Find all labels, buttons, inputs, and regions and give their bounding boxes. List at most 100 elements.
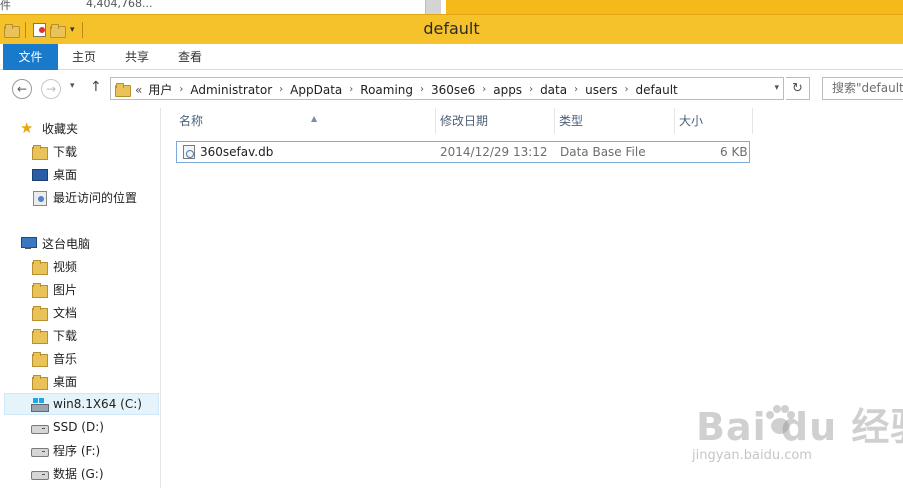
file-type: Data Base File	[560, 145, 646, 159]
breadcrumb-item[interactable]: data	[540, 83, 567, 97]
drive-icon	[31, 420, 49, 434]
sidebar-item-label: 桌面	[53, 374, 78, 389]
title-bar: ▾ default	[0, 14, 903, 44]
tab-home[interactable]: 主页	[58, 44, 110, 70]
downloads-folder-icon	[31, 144, 48, 160]
sidebar-item-drive-g[interactable]: 数据 (G:)	[31, 462, 104, 484]
tab-share[interactable]: 共享	[110, 44, 164, 70]
desktop-folder-icon	[31, 374, 48, 390]
sidebar-item-label: win8.1X64 (C:)	[53, 397, 142, 411]
recent-places-icon	[31, 190, 47, 206]
breadcrumb-separator-icon[interactable]: ›	[625, 84, 629, 95]
windows-drive-icon	[31, 397, 49, 412]
file-name: 360sefav.db	[200, 145, 274, 159]
breadcrumb-separator-icon[interactable]: ›	[179, 84, 183, 95]
breadcrumb-item[interactable]: Roaming	[360, 83, 413, 97]
breadcrumb-item[interactable]: Administrator	[190, 83, 272, 97]
sidebar-item-recent-places[interactable]: 最近访问的位置	[31, 186, 137, 208]
music-folder-icon	[31, 351, 48, 367]
sidebar-item-this-pc[interactable]: 这台电脑	[20, 232, 90, 254]
file-date: 2014/12/29 13:12	[440, 145, 548, 159]
sidebar-item-pc-downloads[interactable]: 下载	[31, 324, 77, 346]
tab-file[interactable]: 文件	[3, 44, 58, 70]
search-input[interactable]: 搜索"default"	[822, 77, 903, 100]
star-icon: ★	[20, 119, 34, 137]
sort-ascending-icon: ▲	[311, 114, 318, 123]
column-header-label: 类型	[559, 114, 584, 128]
sidebar-item-drive-d[interactable]: SSD (D:)	[31, 416, 104, 438]
sidebar-item-pictures[interactable]: 图片	[31, 278, 77, 300]
sidebar-item-desktop[interactable]: 桌面	[31, 163, 77, 185]
downloads-folder-icon	[31, 328, 48, 344]
drive-icon	[31, 466, 49, 480]
sidebar-item-downloads[interactable]: 下载	[31, 140, 77, 162]
sidebar-item-label: SSD (D:)	[53, 420, 104, 434]
pictures-folder-icon	[31, 282, 48, 298]
ribbon-tabs: 文件 主页 共享 查看	[0, 44, 903, 70]
address-history-dropdown-icon[interactable]: ▾	[774, 83, 779, 93]
up-button[interactable]: ↑	[90, 79, 102, 95]
column-header-label: 修改日期	[440, 114, 489, 128]
sidebar-item-label: 收藏夹	[42, 121, 79, 136]
breadcrumb-item[interactable]: apps	[493, 83, 522, 97]
column-header-size[interactable]: 大小	[675, 108, 753, 134]
breadcrumb-separator-icon[interactable]: ›	[529, 84, 533, 95]
address-bar[interactable]: « 用户 › Administrator › AppData › Roaming…	[110, 77, 784, 100]
sidebar-item-label: 音乐	[53, 351, 78, 366]
desktop-icon	[31, 167, 48, 181]
sidebar-item-drive-f[interactable]: 程序 (F:)	[31, 439, 100, 461]
breadcrumb-separator-icon[interactable]: ›	[482, 84, 486, 95]
column-header-label: 名称	[179, 114, 204, 128]
breadcrumb-item[interactable]: users	[585, 83, 617, 97]
navigation-pane: ★ 收藏夹 下载 桌面 最近访问的位置 这台电脑 视频 图片 文档 下载 音乐 …	[0, 108, 161, 488]
forward-button[interactable]: →	[41, 79, 61, 99]
breadcrumb-item[interactable]: 用户	[148, 81, 172, 98]
back-button[interactable]: ←	[12, 79, 32, 99]
breadcrumb-separator-icon[interactable]: ›	[279, 84, 283, 95]
videos-folder-icon	[31, 259, 48, 275]
file-list: 名称 ▲ 修改日期 类型 大小 360sefav.db 2014/12/29 1…	[162, 108, 903, 488]
background-size-label: 4,404,768...	[86, 0, 153, 10]
sidebar-item-videos[interactable]: 视频	[31, 255, 77, 277]
background-window-strip: 件 4,404,768...	[0, 0, 903, 14]
breadcrumb-separator-icon[interactable]: ›	[349, 84, 353, 95]
sidebar-item-label: 这台电脑	[42, 236, 91, 251]
sidebar-item-label: 视频	[53, 259, 78, 274]
column-header-type[interactable]: 类型	[555, 108, 675, 134]
tab-view[interactable]: 查看	[164, 44, 216, 70]
sidebar-item-documents[interactable]: 文档	[31, 301, 77, 323]
recent-locations-dropdown-icon[interactable]: ▾	[70, 81, 75, 91]
table-row[interactable]: 360sefav.db 2014/12/29 13:12 Data Base F…	[176, 141, 750, 163]
file-size: 6 KB	[720, 145, 748, 159]
background-window-edge	[446, 0, 903, 14]
refresh-button[interactable]: ↻	[786, 77, 810, 100]
breadcrumb-item[interactable]: 360se6	[431, 83, 475, 97]
breadcrumb-separator-icon[interactable]: ›	[420, 84, 424, 95]
sidebar-item-label: 下载	[53, 144, 78, 159]
breadcrumb-separator-icon[interactable]: ›	[574, 84, 578, 95]
breadcrumb-item[interactable]: AppData	[290, 83, 342, 97]
background-scrollbar	[425, 0, 441, 14]
breadcrumb-item-current[interactable]: default	[636, 83, 678, 97]
background-label: 件	[0, 0, 11, 12]
sidebar-item-label: 下载	[53, 328, 78, 343]
breadcrumb-overflow[interactable]: «	[135, 83, 142, 97]
column-header-label: 大小	[679, 114, 704, 128]
column-header-date[interactable]: 修改日期	[436, 108, 555, 134]
sidebar-item-music[interactable]: 音乐	[31, 347, 77, 369]
breadcrumb: « 用户 › Administrator › AppData › Roaming…	[135, 81, 678, 98]
sidebar-item-label: 最近访问的位置	[53, 190, 138, 205]
window-title: default	[423, 19, 480, 38]
sidebar-item-pc-desktop[interactable]: 桌面	[31, 370, 77, 392]
sidebar-item-label: 文档	[53, 305, 78, 320]
computer-icon	[20, 236, 37, 250]
sidebar-item-label: 桌面	[53, 167, 78, 182]
sidebar-item-drive-c[interactable]: win8.1X64 (C:)	[4, 393, 159, 415]
sidebar-item-label: 程序 (F:)	[53, 443, 101, 458]
navigation-bar: ← → ▾ ↑ « 用户 › Administrator › AppData ›…	[0, 70, 903, 108]
sidebar-item-label: 图片	[53, 282, 78, 297]
documents-folder-icon	[31, 305, 48, 321]
column-header-name[interactable]: 名称 ▲	[175, 108, 436, 134]
sidebar-item-favorites[interactable]: ★ 收藏夹	[20, 117, 78, 139]
drive-icon	[31, 443, 49, 457]
